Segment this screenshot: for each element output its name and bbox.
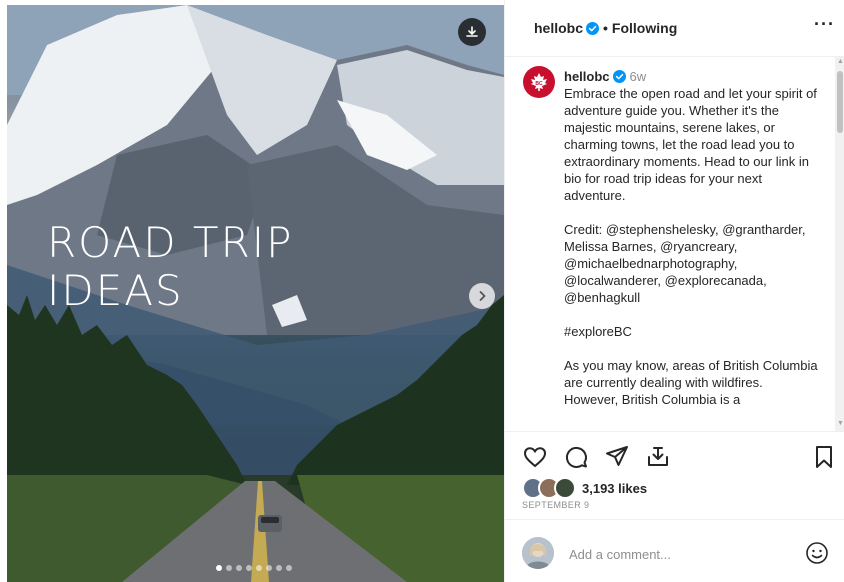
liker-avatar bbox=[554, 477, 576, 499]
caption-scroll-area[interactable]: BC hellobc 6w Embrace the open road and l… bbox=[505, 57, 835, 431]
likes-row[interactable]: 3,193 likes bbox=[522, 477, 647, 499]
verified-badge-icon bbox=[612, 70, 626, 83]
caption-line: As you may know, areas of British Columb… bbox=[564, 358, 818, 407]
divider bbox=[505, 431, 844, 432]
heart-icon[interactable] bbox=[522, 444, 548, 470]
current-user-avatar bbox=[522, 537, 554, 569]
scroll-down-arrow-icon[interactable]: ▼ bbox=[837, 420, 844, 427]
carousel-dot bbox=[236, 565, 242, 571]
post-media[interactable]: ROAD TRIP IDEAS bbox=[7, 5, 504, 582]
emoji-icon[interactable] bbox=[805, 541, 829, 565]
caption-hashtag[interactable]: #exploreBC bbox=[564, 323, 819, 340]
add-comment-input[interactable] bbox=[567, 543, 791, 565]
divider bbox=[505, 519, 844, 520]
caption-line: Credit: @stephenshelesky, @grantharder, … bbox=[564, 222, 806, 305]
caption-line bbox=[564, 306, 819, 323]
carousel-dot bbox=[246, 565, 252, 571]
carousel-dot bbox=[266, 565, 272, 571]
carousel-dot bbox=[216, 565, 222, 571]
hellobc-avatar[interactable]: BC bbox=[523, 66, 555, 98]
post-side-panel: hellobc • Following ··· BC hellobc 6w Embra… bbox=[504, 0, 844, 582]
user-photo bbox=[522, 537, 554, 569]
caption-line bbox=[564, 340, 819, 357]
remix-icon[interactable] bbox=[645, 444, 671, 470]
scroll-thumb[interactable] bbox=[837, 71, 843, 133]
media-overlay-title: ROAD TRIP IDEAS bbox=[47, 219, 293, 315]
header-user: hellobc • Following bbox=[534, 20, 677, 36]
likes-count[interactable]: 3,193 likes bbox=[582, 481, 647, 496]
carousel-dot bbox=[226, 565, 232, 571]
caption-scrollbar[interactable]: ▲ ▼ bbox=[835, 57, 844, 431]
caption-line: Embrace the open road and let your spiri… bbox=[564, 86, 817, 203]
download-icon bbox=[466, 26, 478, 37]
carousel-next-button[interactable] bbox=[469, 283, 495, 309]
maple-leaf-icon: BC bbox=[531, 73, 547, 91]
carousel-indicators bbox=[216, 565, 292, 571]
caption-line bbox=[564, 204, 819, 221]
header-username[interactable]: hellobc bbox=[534, 20, 583, 36]
carousel-dot bbox=[256, 565, 262, 571]
carousel-dot bbox=[286, 565, 292, 571]
paper-plane-icon[interactable] bbox=[604, 444, 630, 470]
more-options-icon[interactable]: ··· bbox=[814, 14, 835, 35]
following-button[interactable]: Following bbox=[612, 20, 677, 36]
caption-timestamp[interactable]: 6w bbox=[630, 69, 647, 84]
overlay-line-2: IDEAS bbox=[47, 266, 184, 315]
carousel-dot bbox=[276, 565, 282, 571]
caption-text: hellobc 6w Embrace the open road and let … bbox=[564, 68, 819, 408]
svg-text:BC: BC bbox=[535, 81, 543, 87]
overlay-line-1: ROAD TRIP bbox=[47, 218, 294, 267]
post-header: hellobc • Following ··· bbox=[505, 0, 844, 57]
verified-badge-icon bbox=[586, 22, 600, 35]
post-date[interactable]: SEPTEMBER 9 bbox=[522, 500, 589, 510]
download-button[interactable] bbox=[458, 18, 486, 46]
scroll-up-arrow-icon[interactable]: ▲ bbox=[837, 58, 844, 65]
caption-username[interactable]: hellobc bbox=[564, 69, 610, 84]
header-separator: • bbox=[603, 20, 608, 36]
caption-body: Embrace the open road and let your spiri… bbox=[564, 85, 819, 408]
bookmark-icon[interactable] bbox=[811, 444, 837, 470]
instagram-post-modal: ROAD TRIP IDEAS hellobc • Following ··· … bbox=[0, 0, 844, 582]
chevron-right-icon bbox=[479, 291, 486, 301]
comment-icon[interactable] bbox=[563, 444, 589, 470]
